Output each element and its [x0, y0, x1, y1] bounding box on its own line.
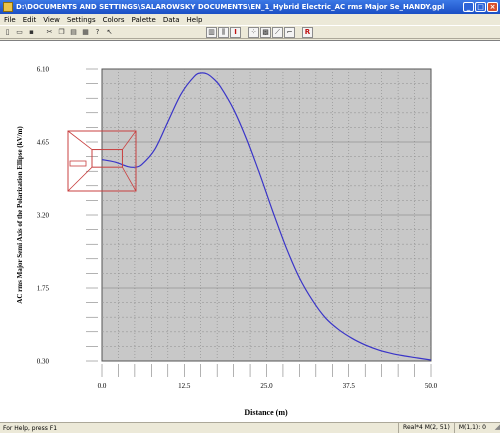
y-tick-label: 0.30	[37, 358, 50, 366]
copy-icon[interactable]: ❐	[56, 27, 67, 38]
x-tick-label: 12.5	[178, 382, 191, 390]
status-matrix-info: Real*4 M(2, 51)	[398, 422, 454, 433]
minimize-button[interactable]: _	[463, 2, 474, 12]
help-icon[interactable]: ?	[92, 27, 103, 38]
status-bar: For Help, press F1 Real*4 M(2, 51) M(1,1…	[0, 422, 500, 433]
menu-data[interactable]: Data	[163, 16, 180, 24]
y-tick-label: 3.20	[37, 212, 50, 220]
zoom-handle[interactable]	[69, 160, 87, 167]
x-tick-label: 50.0	[425, 382, 438, 390]
columns-icon[interactable]: ⫼	[218, 26, 229, 38]
refresh-icon[interactable]: R	[302, 26, 313, 38]
x-tick-label: 37.5	[343, 382, 356, 390]
menu-view[interactable]: View	[43, 16, 60, 24]
menu-settings[interactable]: Settings	[67, 16, 96, 24]
zoom-frame-connector	[67, 166, 93, 192]
menu-file[interactable]: File	[4, 16, 16, 24]
context-help-icon[interactable]: ↖	[104, 27, 115, 38]
window-controls: _ □ ×	[463, 2, 498, 12]
menu-help[interactable]: Help	[187, 16, 203, 24]
status-cell-value: M(1,1): 0	[453, 422, 490, 433]
app-icon	[3, 2, 13, 12]
window-title: D:\DOCUMENTS AND SETTINGS\SALAROWSKY DOC…	[16, 3, 445, 11]
close-button[interactable]: ×	[487, 2, 498, 12]
title-bar: D:\DOCUMENTS AND SETTINGS\SALAROWSKY DOC…	[0, 0, 500, 14]
toolbar: ▯ ▭ ▪ ✂ ❐ ▤ ▦ ? ↖ ▥ ⫼ I ⁘ ▩ ⟋ ⌐ R	[0, 25, 500, 39]
save-icon[interactable]: ▪	[26, 27, 37, 38]
line-plot-icon[interactable]: ⟋	[272, 26, 283, 38]
new-file-icon[interactable]: ▯	[2, 27, 13, 38]
maximize-button[interactable]: □	[475, 2, 486, 12]
menu-palette[interactable]: Palette	[132, 16, 156, 24]
menu-bar: File Edit View Settings Colors Palette D…	[0, 14, 500, 25]
y-tick-label: 1.75	[37, 285, 50, 293]
menu-colors[interactable]: Colors	[103, 16, 125, 24]
bars-icon[interactable]: ▥	[206, 26, 217, 38]
cut-icon[interactable]: ✂	[44, 27, 55, 38]
print-icon[interactable]: ▦	[80, 27, 91, 38]
step-plot-icon[interactable]: ⌐	[284, 26, 295, 38]
y-tick-label: 4.65	[37, 139, 50, 147]
resize-grip-icon[interactable]: ◢	[490, 423, 500, 433]
text-icon[interactable]: I	[230, 26, 241, 38]
x-tick-label: 0.0	[98, 382, 107, 390]
grid-icon[interactable]: ▩	[260, 26, 271, 38]
zoom-frame-connector	[67, 130, 93, 150]
x-tick-label: 25.0	[260, 382, 273, 390]
y-axis-label: AC rms Major Semi Axis of the Polarizati…	[16, 126, 24, 304]
y-tick-label: 6.10	[37, 66, 50, 74]
line-chart: 6.104.653.201.750.300.0 12.5 25.0 37.5 50.0 …	[16, 66, 438, 418]
plot-area: 6.10 4.65 3.20 1.75 0.30 0.0 12.5 25.0 37.5 50.0 …	[0, 40, 500, 422]
menu-edit[interactable]: Edit	[23, 16, 37, 24]
open-folder-icon[interactable]: ▭	[14, 27, 25, 38]
scatter-icon[interactable]: ⁘	[248, 26, 259, 38]
x-axis-label: Distance (m)	[244, 408, 288, 417]
paste-icon[interactable]: ▤	[68, 27, 79, 38]
status-help-text: For Help, press F1	[3, 424, 58, 432]
